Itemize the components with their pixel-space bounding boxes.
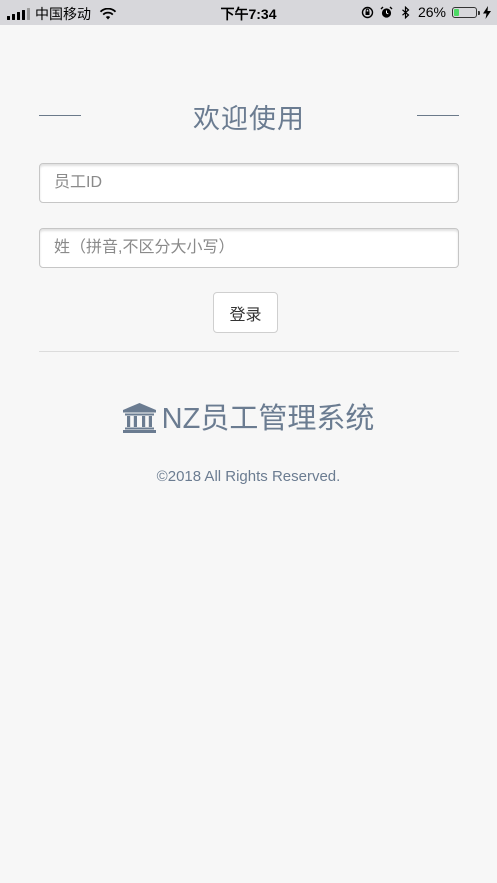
status-bar: 中国移动 下午7:34 26% [0, 0, 497, 25]
battery-percent: 26% [417, 4, 446, 20]
orientation-lock-icon [361, 6, 374, 18]
welcome-header: 欢迎使用 [39, 95, 459, 135]
status-right: 26% [361, 4, 491, 20]
copyright-text: ©2018 All Rights Reserved. [156, 468, 341, 485]
surname-input[interactable] [39, 228, 459, 268]
employee-id-input[interactable] [39, 163, 459, 203]
alarm-icon [380, 6, 393, 18]
bank-icon [122, 403, 156, 433]
brand: NZ员工管理系统 [0, 395, 497, 437]
battery-fill [454, 8, 459, 16]
page-title: 欢迎使用 [193, 104, 305, 134]
charging-icon [483, 5, 491, 19]
bluetooth-icon [402, 5, 410, 19]
brand-name: NZ员工管理系统 [161, 403, 375, 435]
divider [39, 351, 459, 352]
battery-icon [452, 6, 480, 18]
login-button[interactable]: 登录 [213, 292, 278, 333]
divider-line-right [417, 115, 459, 116]
